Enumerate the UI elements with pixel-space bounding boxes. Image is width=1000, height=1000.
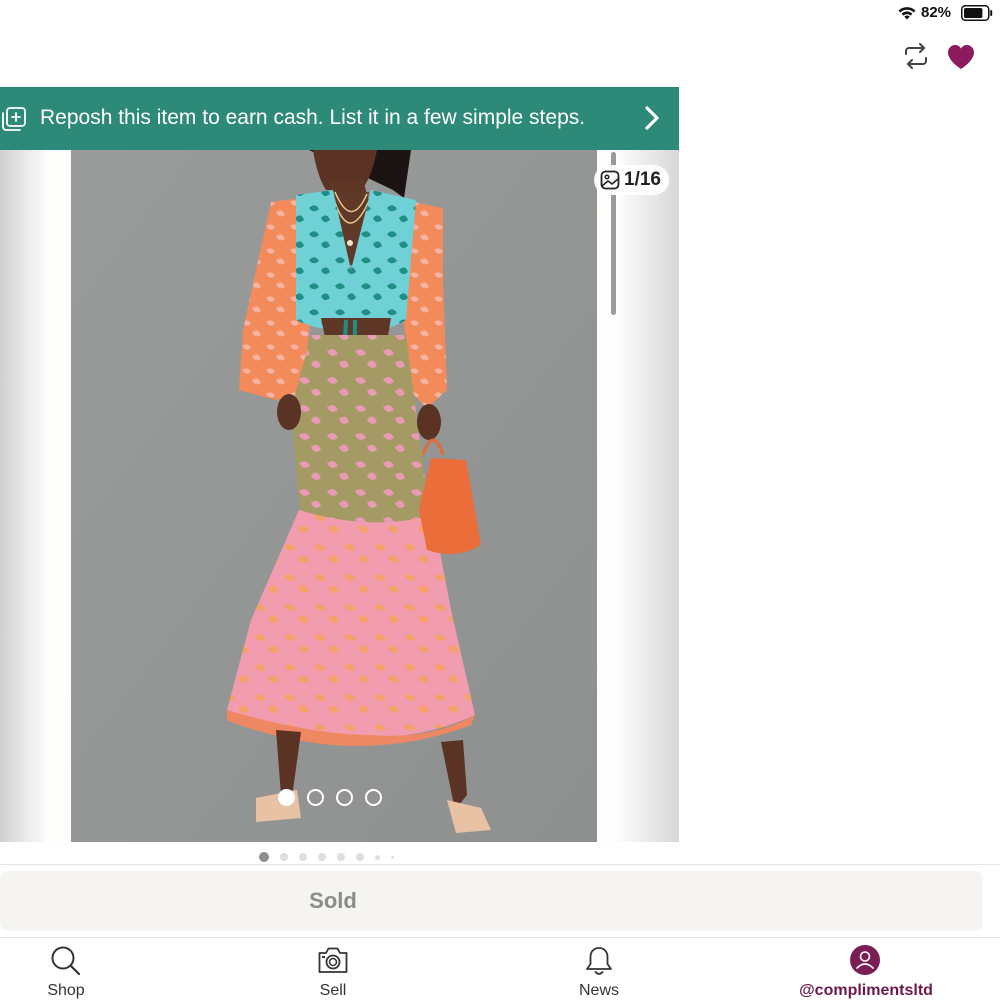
- search-icon: [51, 946, 81, 976]
- photo-dot[interactable]: [365, 789, 382, 806]
- chevron-right-icon[interactable]: [641, 105, 663, 131]
- repeat-icon[interactable]: [902, 42, 930, 70]
- page-dot[interactable]: [356, 853, 364, 861]
- tab-profile-label: @complimentsltd: [799, 982, 933, 999]
- status-bar: 82%: [0, 0, 1000, 26]
- sold-button[interactable]: Sold: [0, 871, 983, 931]
- page-dot[interactable]: [299, 853, 307, 861]
- tab-sell-label: Sell: [319, 982, 347, 999]
- battery-icon: [961, 5, 993, 21]
- next-photo-edge: [620, 150, 679, 842]
- page-dot[interactable]: [280, 853, 288, 861]
- repost-banner-text: Reposh this item to earn cash. List it i…: [40, 106, 586, 129]
- dress-photo-illustration: [71, 150, 597, 842]
- tab-news-label: News: [578, 982, 619, 999]
- photo-counter-badge[interactable]: 1/16: [594, 165, 669, 195]
- photo-dot[interactable]: [278, 789, 295, 806]
- photo-dot[interactable]: [336, 789, 353, 806]
- previous-photo-edge: [0, 150, 46, 842]
- bottom-tab-bar: Shop Sell News @complimentsltd: [0, 937, 1000, 1000]
- image-icon: [600, 170, 620, 190]
- battery-percentage: 82%: [921, 4, 952, 21]
- bell-icon: [586, 947, 612, 975]
- page-dot[interactable]: [259, 852, 269, 862]
- tab-shop-label: Shop: [47, 982, 85, 999]
- avatar-icon: [850, 945, 880, 975]
- page-dot[interactable]: [337, 853, 345, 861]
- heart-icon[interactable]: [946, 43, 976, 71]
- page-indicator-dots[interactable]: [259, 852, 394, 862]
- wifi-icon: [898, 7, 916, 20]
- page-dot[interactable]: [391, 855, 394, 859]
- page-dot[interactable]: [318, 853, 326, 861]
- photo-carousel-dots[interactable]: [278, 789, 382, 809]
- photo-frame-right: [597, 150, 620, 842]
- tab-profile[interactable]: @complimentsltd: [790, 938, 942, 1000]
- tab-sell[interactable]: Sell: [293, 938, 373, 1000]
- photo-dot[interactable]: [307, 789, 324, 806]
- add-to-stack-icon: [2, 107, 26, 131]
- tab-shop[interactable]: Shop: [26, 938, 106, 1000]
- page-dot[interactable]: [375, 854, 380, 860]
- photo-viewer[interactable]: [0, 150, 679, 842]
- sold-button-label: Sold: [309, 888, 357, 913]
- tab-news[interactable]: News: [559, 938, 639, 1000]
- photo-counter: 1/16: [624, 169, 661, 190]
- divider: [0, 864, 1000, 865]
- listing-photo[interactable]: [71, 150, 597, 842]
- photo-frame-left: [46, 150, 71, 842]
- camera-icon: [318, 947, 348, 973]
